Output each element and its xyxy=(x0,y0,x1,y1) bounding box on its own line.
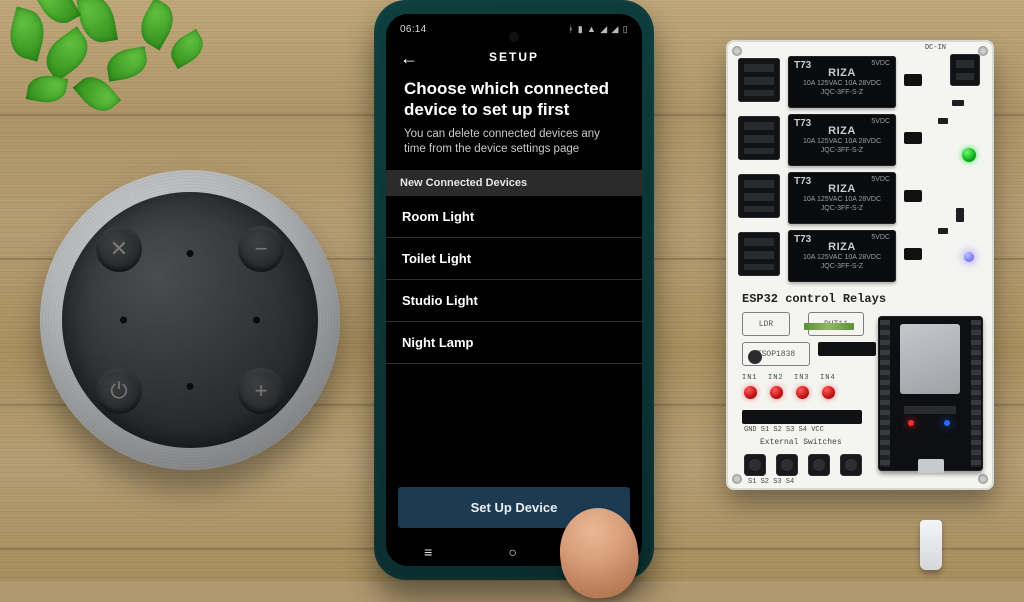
tact-switch[interactable] xyxy=(808,454,830,476)
echo-dot-device: ✕ − ⏻ + xyxy=(40,170,340,470)
relay-module: RIZA 10A 125VAC 10A 28VDC JQC-3FF-S-Z T7… xyxy=(788,114,896,166)
btn-row-label: S1 S2 S3 S4 xyxy=(748,478,794,486)
setup-subtitle: You can delete connected devices any tim… xyxy=(386,123,642,170)
wifi-icon: ▲ xyxy=(587,24,596,34)
device-item[interactable]: Room Light xyxy=(386,196,642,238)
in1-led-icon xyxy=(744,386,757,399)
dc-in-terminal xyxy=(950,54,980,86)
device-item[interactable]: Toilet Light xyxy=(386,238,642,280)
status-time: 06:14 xyxy=(400,24,427,35)
esp32-led-icon xyxy=(908,420,914,426)
echo-action-button[interactable]: ⏻ xyxy=(96,368,142,414)
pcb-title-label: ESP32 control Relays xyxy=(742,292,886,306)
echo-mute-button[interactable]: ✕ xyxy=(96,226,142,272)
relay-terminal xyxy=(738,232,780,276)
device-item[interactable]: Studio Light xyxy=(386,280,642,322)
nav-home-icon[interactable]: ○ xyxy=(508,544,516,560)
sw-row-label: GND S1 S2 S3 S4 VCC xyxy=(744,426,824,434)
ext-sw-label: External Switches xyxy=(760,438,842,447)
esp32-usb-port xyxy=(918,459,944,473)
setup-title: Choose which connected device to set up … xyxy=(386,70,642,123)
esp32-shield xyxy=(900,324,960,394)
header-title: SETUP xyxy=(489,50,539,64)
app-header: ← SETUP xyxy=(386,40,642,70)
relay-pcb: DC-IN RIZA 10A 125VAC 10A 28VDC JQC-3FF-… xyxy=(726,40,994,490)
power-led-icon xyxy=(962,148,976,162)
relay-terminal xyxy=(738,174,780,218)
device-list: Room Light Toilet Light Studio Light Nig… xyxy=(386,196,642,487)
phone-screen: 06:14 ᚼ ▮ ▲ ◢ ◢ ▯ ← SETUP Choose which c… xyxy=(386,14,642,566)
vibrate-icon: ▮ xyxy=(578,24,583,35)
tact-switch[interactable] xyxy=(744,454,766,476)
status-icons: ᚼ ▮ ▲ ◢ ◢ ▯ xyxy=(568,24,628,35)
in-labels: IN1 IN2 IN3 IN4 xyxy=(742,374,836,382)
in2-led-icon xyxy=(770,386,783,399)
relay-module: RIZA 10A 125VAC 10A 28VDC JQC-3FF-S-Z T7… xyxy=(788,56,896,108)
relay-module: RIZA 10A 125VAC 10A 28VDC JQC-3FF-S-Z T7… xyxy=(788,172,896,224)
esp32-module xyxy=(878,316,983,471)
echo-vol-down-button[interactable]: − xyxy=(238,226,284,272)
section-header: New Connected Devices xyxy=(386,170,642,196)
esp32-led-icon xyxy=(944,420,950,426)
relay-terminal xyxy=(738,116,780,160)
dc-in-label: DC-IN xyxy=(925,44,946,52)
ldr-box: LDR xyxy=(742,312,790,336)
nav-recent-icon[interactable]: ≡ xyxy=(424,544,432,560)
bluetooth-icon: ᚼ xyxy=(568,24,574,34)
battery-icon: ▯ xyxy=(623,24,628,35)
phone-device: 06:14 ᚼ ▮ ▲ ◢ ◢ ▯ ← SETUP Choose which c… xyxy=(374,0,654,580)
relay-module: RIZA 10A 125VAC 10A 28VDC JQC-3FF-S-Z T7… xyxy=(788,230,896,282)
in4-led-icon xyxy=(822,386,835,399)
status-led-icon xyxy=(964,252,974,262)
back-arrow-icon[interactable]: ← xyxy=(400,48,420,69)
header-pins xyxy=(818,342,876,356)
in3-led-icon xyxy=(796,386,809,399)
signal-icon: ◢ xyxy=(600,24,607,35)
ext-switch-header xyxy=(742,410,862,424)
relay-terminal xyxy=(738,58,780,102)
tact-switch[interactable] xyxy=(840,454,862,476)
device-item[interactable]: Night Lamp xyxy=(386,322,642,364)
echo-vol-up-button[interactable]: + xyxy=(238,368,284,414)
tact-switch[interactable] xyxy=(776,454,798,476)
usb-cable xyxy=(920,520,942,570)
signal2-icon: ◢ xyxy=(612,24,619,35)
